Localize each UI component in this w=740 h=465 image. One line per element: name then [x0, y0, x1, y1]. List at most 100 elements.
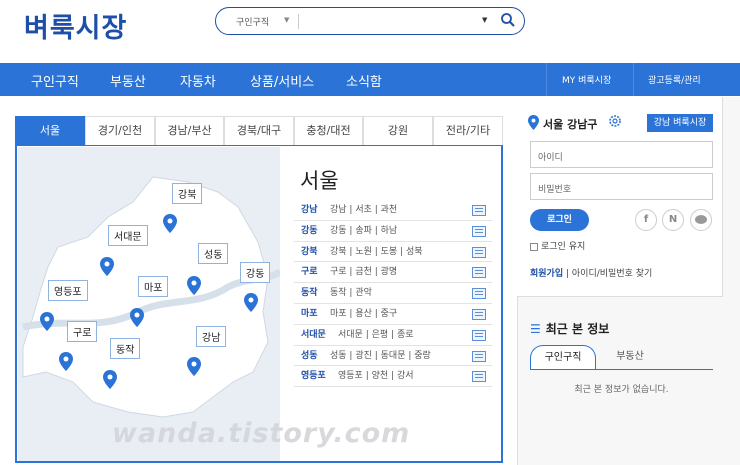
district-key[interactable]: 서대문 — [301, 325, 326, 345]
district-areas[interactable]: 마포 | 용산 | 중구 — [330, 304, 397, 324]
tab-chungcheong[interactable]: 충청/대전 — [294, 116, 363, 145]
district-row[interactable]: 강남 강남 | 서초 | 과천 — [294, 200, 492, 221]
newspaper-icon[interactable] — [472, 205, 486, 216]
tab-gyeonggi[interactable]: 경기/인천 — [85, 116, 155, 145]
district-row[interactable]: 동작 동작 | 관악 — [294, 283, 492, 304]
newspaper-icon[interactable] — [472, 308, 486, 320]
district-seongdong[interactable]: 성동 — [187, 243, 229, 295]
district-key[interactable]: 강북 — [301, 242, 318, 262]
main-nav: 구인구직 부동산 자동차 상품/서비스 소식함 MY 벼룩시장 광고등록/관리 — [0, 63, 740, 96]
newspaper-icon[interactable] — [472, 246, 486, 258]
tab-seoul[interactable]: 서울 — [15, 116, 85, 145]
location-pin-icon — [40, 312, 54, 331]
speech-bubble-icon — [695, 215, 707, 224]
seoul-map: 강북 서대문 성동 강동 영등포 마포 구로 동작 강남 — [18, 147, 282, 461]
nav-jobs[interactable]: 구인구직 — [31, 71, 79, 90]
nav-my[interactable]: MY 벼룩시장 — [562, 73, 611, 86]
category-dropdown-icon[interactable]: ▼ — [284, 16, 289, 24]
search-dropdown-icon[interactable]: ▼ — [482, 16, 487, 24]
newspaper-icon[interactable] — [472, 288, 486, 300]
nav-divider — [546, 63, 547, 96]
keep-login[interactable]: 로그인 유지 — [530, 239, 585, 252]
district-areas[interactable]: 강동 | 송파 | 하남 — [330, 221, 397, 241]
nav-realestate[interactable]: 부동산 — [110, 71, 146, 90]
location-pin-icon — [100, 257, 114, 276]
naver-login-button[interactable]: N — [662, 209, 684, 231]
district-key[interactable]: 강남 — [301, 200, 318, 220]
facebook-login-button[interactable]: f — [635, 209, 657, 231]
district-areas[interactable]: 성동 | 광진 | 동대문 | 중랑 — [330, 346, 431, 366]
recent-tab-underline — [530, 369, 713, 370]
district-row[interactable]: 성동 성동 | 광진 | 동대문 | 중랑 — [294, 346, 492, 367]
location-pin-icon — [130, 308, 144, 327]
newspaper-icon[interactable] — [472, 225, 486, 237]
nav-cars[interactable]: 자동차 — [180, 71, 216, 90]
location-pin-icon — [187, 357, 201, 376]
tab-gyeongnam[interactable]: 경남/부산 — [155, 116, 224, 145]
nav-goods-services[interactable]: 상품/서비스 — [250, 71, 314, 90]
nav-divider — [633, 63, 634, 96]
district-row[interactable]: 영등포 영등포 | 양천 | 강서 — [294, 366, 492, 388]
district-row[interactable]: 구로 구로 | 금천 | 광명 — [294, 262, 492, 284]
seoul-map-graphic — [22, 176, 282, 418]
district-row[interactable]: 강북 강북 | 노원 | 도봉 | 성북 — [294, 242, 492, 263]
location-pin-icon — [163, 214, 177, 233]
location-pin-icon — [103, 370, 117, 389]
district-row[interactable]: 마포 마포 | 용산 | 중구 — [294, 304, 492, 325]
district-areas[interactable]: 강남 | 서초 | 과천 — [330, 200, 397, 220]
search-input[interactable] — [304, 12, 484, 30]
local-market-badge[interactable]: 강남 벼룩시장 — [647, 114, 713, 132]
district-gangbuk[interactable]: 강북 — [163, 183, 203, 233]
tab-jeolla[interactable]: 전라/기타 — [433, 116, 503, 145]
search-divider — [298, 14, 299, 29]
nav-news[interactable]: 소식함 — [346, 71, 382, 90]
newspaper-icon[interactable] — [472, 329, 486, 341]
recent-tab-realestate[interactable]: 부동산 — [600, 345, 660, 370]
district-row[interactable]: 서대문 서대문 | 은평 | 종로 — [294, 325, 492, 346]
tab-gangwon[interactable]: 강원 — [363, 116, 433, 145]
district-seodaemun[interactable]: 서대문 — [100, 225, 148, 276]
id-field[interactable]: 아이디 — [530, 141, 713, 168]
district-key[interactable]: 성동 — [301, 346, 318, 366]
district-key[interactable]: 마포 — [301, 304, 318, 324]
district-gangdong[interactable]: 강동 — [240, 262, 271, 312]
district-row[interactable]: 강동 강동 | 송파 | 하남 — [294, 221, 492, 242]
region-tabs: 서울 경기/인천 경남/부산 경북/대구 충청/대전 강원 전라/기타 — [15, 116, 503, 146]
newspaper-icon[interactable] — [472, 371, 486, 383]
region-title: 서울 — [300, 169, 339, 193]
search-category[interactable]: 구인구직 — [236, 15, 269, 28]
district-dongjak[interactable]: 동작 — [103, 338, 141, 389]
district-areas[interactable]: 구로 | 금천 | 광명 — [330, 262, 397, 282]
recent-info-title: ☰ 최근 본 정보 — [530, 322, 610, 336]
nav-ad-manage[interactable]: 광고등록/관리 — [648, 73, 701, 86]
newspaper-icon[interactable] — [472, 267, 486, 279]
district-areas[interactable]: 영등포 | 양천 | 강서 — [338, 366, 414, 386]
kakao-login-button[interactable] — [690, 209, 712, 231]
district-areas[interactable]: 강북 | 노원 | 도봉 | 성북 — [330, 242, 423, 262]
district-gangnam[interactable]: 강남 — [187, 326, 227, 376]
district-key[interactable]: 영등포 — [301, 366, 326, 386]
district-guro[interactable]: 구로 — [59, 321, 98, 371]
location-pin-icon — [187, 276, 201, 295]
password-field[interactable]: 비밀번호 — [530, 173, 713, 200]
location-pin-icon — [244, 293, 258, 312]
recent-tab-jobs[interactable]: 구인구직 — [530, 345, 596, 370]
district-yeongdeungpo[interactable]: 영등포 — [40, 280, 88, 331]
tab-gyeongbuk[interactable]: 경북/대구 — [224, 116, 294, 145]
district-key[interactable]: 동작 — [301, 283, 318, 303]
site-logo[interactable]: 벼룩시장 — [24, 6, 127, 45]
district-key[interactable]: 강동 — [301, 221, 318, 241]
signup-link[interactable]: 회원가입 — [530, 269, 563, 279]
newspaper-icon[interactable] — [472, 350, 486, 362]
district-areas[interactable]: 서대문 | 은평 | 종로 — [338, 325, 414, 345]
menu-icon: ☰ — [530, 322, 541, 336]
district-mapo[interactable]: 마포 — [130, 276, 169, 327]
login-button[interactable]: 로그인 — [530, 209, 589, 231]
district-key[interactable]: 구로 — [301, 262, 318, 282]
find-account-link[interactable]: 아이디/비밀번호 찾기 — [572, 269, 652, 279]
keep-login-checkbox[interactable] — [530, 242, 538, 251]
search-icon[interactable] — [500, 12, 516, 28]
current-location: 서울 강남구 — [543, 118, 598, 131]
district-areas[interactable]: 동작 | 관악 — [330, 283, 372, 303]
gear-icon[interactable] — [608, 114, 622, 128]
